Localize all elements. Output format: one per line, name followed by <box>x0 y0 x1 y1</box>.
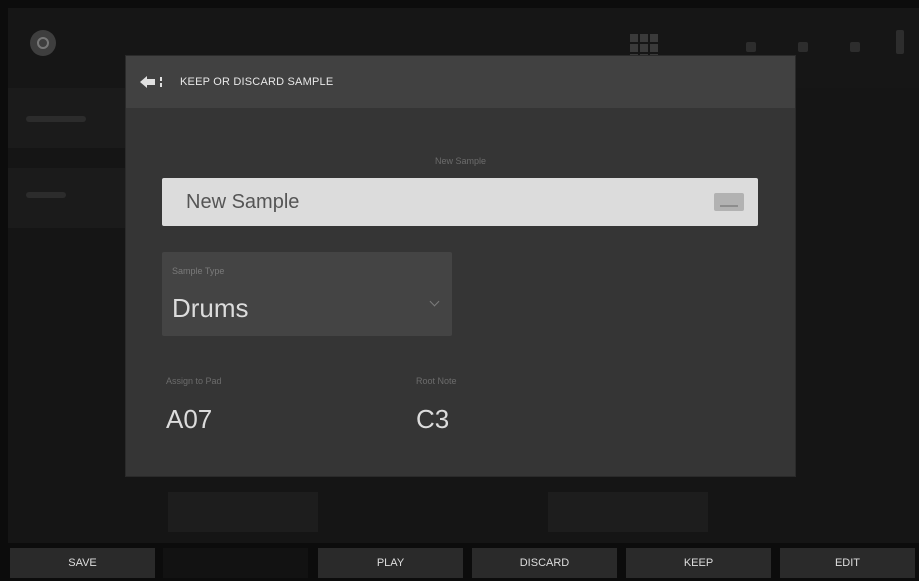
logo-icon[interactable] <box>30 30 56 56</box>
empty-soft-key <box>163 548 308 578</box>
sample-name-value: New Sample <box>186 190 300 213</box>
dialog-header: KEEP OR DISCARD SAMPLE <box>126 56 795 108</box>
keep-discard-dialog: KEEP OR DISCARD SAMPLE New Sample New Sa… <box>126 56 795 476</box>
chevron-down-icon <box>429 296 440 307</box>
sample-type-value: Drums <box>172 293 249 323</box>
background-panel <box>548 492 708 532</box>
keep-button[interactable]: KEEP <box>626 548 771 578</box>
dialog-title: KEEP OR DISCARD SAMPLE <box>180 76 334 88</box>
sidebar-item <box>8 88 132 148</box>
assign-pad-label: Assign to Pad <box>166 376 222 386</box>
root-note-label: Root Note <box>416 376 457 386</box>
root-note-value[interactable]: C3 <box>416 404 449 435</box>
discard-button[interactable]: DISCARD <box>472 548 617 578</box>
status-icon <box>896 30 904 54</box>
back-icon[interactable] <box>140 73 174 91</box>
edit-button[interactable]: EDIT <box>780 548 915 578</box>
assign-pad-value[interactable]: A07 <box>166 404 212 435</box>
status-icon <box>850 42 860 52</box>
name-caption: New Sample <box>434 156 487 166</box>
sample-type-dropdown[interactable]: Sample Type Drums <box>162 252 452 336</box>
sidebar-item <box>8 168 132 228</box>
keyboard-icon[interactable] <box>714 193 744 211</box>
status-icon <box>798 42 808 52</box>
save-button[interactable]: SAVE <box>10 548 155 578</box>
play-button[interactable]: PLAY <box>318 548 463 578</box>
background-panel <box>168 492 318 532</box>
sample-type-label: Sample Type <box>172 266 225 276</box>
sample-name-field[interactable]: New Sample <box>162 178 758 226</box>
status-icon <box>746 42 756 52</box>
